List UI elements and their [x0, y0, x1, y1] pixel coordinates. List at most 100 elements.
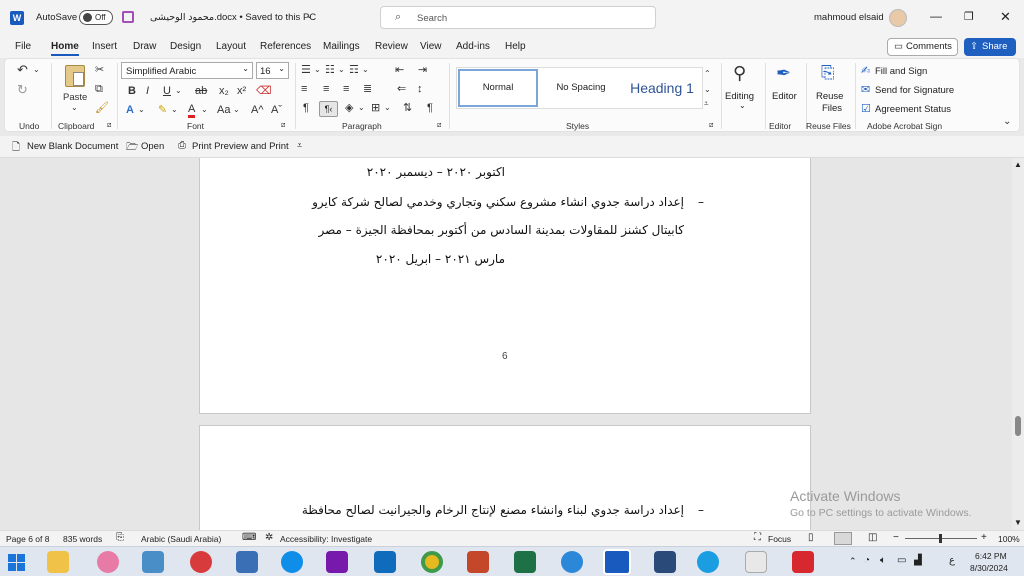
tab-references[interactable]: References [260, 41, 311, 52]
style-no-spacing[interactable]: No Spacing [543, 69, 619, 107]
copy-icon[interactable]: ⧉ [95, 82, 103, 96]
highlight-icon[interactable]: ✎ [158, 103, 167, 117]
text-effects-icon[interactable]: A [126, 103, 134, 117]
print-preview-button[interactable]: Print Preview and Print [192, 141, 289, 152]
shrink-font-button[interactable]: Aˇ [271, 103, 282, 117]
tab-home[interactable]: Home [51, 41, 79, 52]
grow-font-button[interactable]: A^ [251, 103, 264, 117]
document-title[interactable]: محمود الوحيشى.docx • Saved to this PC [150, 12, 316, 23]
new-blank-document-button[interactable]: New Blank Document [27, 141, 118, 152]
avatar[interactable] [889, 9, 907, 27]
save-icon[interactable] [122, 11, 134, 23]
paste-icon[interactable] [65, 65, 85, 87]
increase-indent-icon[interactable]: ⇥ [418, 63, 427, 77]
minimize-icon[interactable]: — [930, 9, 942, 23]
agreement-status-icon[interactable]: ☑ [861, 102, 871, 116]
align-center-icon[interactable]: ≡ [323, 82, 329, 96]
powerpoint-icon[interactable] [467, 551, 489, 573]
agreement-status-label[interactable]: Agreement Status [875, 104, 951, 115]
shading-icon[interactable]: ◈ [345, 101, 353, 115]
show-marks-icon[interactable]: ¶ [427, 101, 433, 115]
page-6[interactable]: اكتوبر ٢٠٢٠ – ديسمبر ٢٠٢٠ – إعداد دراسة … [199, 158, 811, 414]
decrease-indent-icon[interactable]: ⇤ [395, 63, 404, 77]
editing-button[interactable]: ⚲ Editing ⌄ [723, 63, 763, 115]
app-icon-3[interactable] [190, 551, 212, 573]
speaker-icon[interactable]: 🔈︎ [880, 555, 886, 566]
tray-chevron-icon[interactable]: ⌃ [849, 556, 857, 567]
paste-dropdown-icon[interactable]: ⌄ [71, 101, 78, 115]
line-spacing-icon[interactable]: ↕ [417, 82, 423, 96]
style-heading-1[interactable]: Heading 1 [623, 69, 701, 107]
document-area[interactable]: اكتوبر ٢٠٢٠ – ديسمبر ٢٠٢٠ – إعداد دراسة … [0, 158, 1012, 530]
tray-icon[interactable]: ◔ [864, 555, 870, 566]
bullets-dropdown-icon[interactable]: ⌄ [314, 63, 321, 77]
zoom-out-icon[interactable]: − [893, 532, 899, 543]
tab-layout[interactable]: Layout [216, 41, 246, 52]
app-icon-1[interactable] [97, 551, 119, 573]
proofing-icon[interactable]: ⎘ [116, 532, 124, 543]
tab-help[interactable]: Help [505, 41, 526, 52]
app-icon-5[interactable] [561, 551, 583, 573]
chrome-icon[interactable] [421, 551, 443, 573]
numbering-dropdown-icon[interactable]: ⌄ [338, 63, 345, 77]
reuse-files-button[interactable]: ⎘ Reuse Files [809, 63, 851, 117]
style-normal[interactable]: Normal [458, 69, 538, 107]
underline-button[interactable]: U [163, 84, 171, 98]
word-taskbar-icon[interactable] [603, 549, 631, 575]
font-size-select[interactable]: 16 ⌄ [256, 62, 289, 79]
rtl-paragraph-button[interactable]: ¶‹ [319, 101, 338, 117]
tab-file[interactable]: File [15, 41, 31, 52]
subscript-button[interactable]: x₂ [219, 84, 229, 98]
styles-more-icon[interactable]: ⩡ [704, 97, 709, 111]
tab-view[interactable]: View [420, 41, 442, 52]
font-color-dropdown-icon[interactable]: ⌄ [201, 103, 208, 117]
clock-time[interactable]: 6:42 PM [975, 551, 1007, 561]
comments-button[interactable]: ▭ Comments [887, 38, 958, 56]
web-layout-icon[interactable]: ◫ [868, 532, 877, 543]
network-icon[interactable]: ▟ [914, 555, 922, 566]
title-chevron-icon[interactable]: ⌄ [306, 11, 313, 20]
keyboard-language[interactable]: ع [949, 555, 955, 566]
open-folder-icon[interactable]: 🗁 [126, 140, 138, 157]
multilevel-dropdown-icon[interactable]: ⌄ [362, 63, 369, 77]
outlook-icon[interactable] [374, 551, 396, 573]
search-box[interactable]: ⌕ Search [380, 6, 656, 29]
send-signature-label[interactable]: Send for Signature [875, 85, 954, 96]
app-icon-2[interactable] [142, 551, 164, 573]
share-button[interactable]: ⇪ Share [964, 38, 1016, 56]
windows-start-icon[interactable] [8, 554, 26, 572]
language[interactable]: Arabic (Saudi Arabia) [141, 534, 221, 544]
maximize-icon[interactable]: ❐ [964, 10, 974, 23]
tab-insert[interactable]: Insert [92, 41, 117, 52]
undo-icon[interactable]: ↶ [17, 63, 28, 77]
scroll-thumb[interactable] [1015, 416, 1021, 436]
tab-add-ins[interactable]: Add-ins [456, 41, 490, 52]
zoom-in-icon[interactable]: + [981, 532, 987, 543]
excel-icon[interactable] [514, 551, 536, 573]
app-icon-6[interactable] [654, 551, 676, 573]
print-preview-icon[interactable]: ⎙ [178, 140, 186, 151]
numbering-icon[interactable]: ☷ [325, 63, 335, 77]
customize-qat-icon[interactable]: ⩡ [297, 140, 302, 151]
teamviewer-icon[interactable] [281, 551, 303, 573]
acrobat-icon[interactable] [792, 551, 814, 573]
tab-design[interactable]: Design [170, 41, 201, 52]
italic-button[interactable]: I [146, 84, 149, 98]
rtl-direction-icon[interactable]: ⇐ [397, 82, 406, 96]
text-effects-dropdown-icon[interactable]: ⌄ [138, 103, 145, 117]
clear-formatting-icon[interactable]: ⌫ [256, 84, 272, 98]
new-document-icon[interactable]: 🗋 [12, 140, 20, 157]
shading-dropdown-icon[interactable]: ⌄ [358, 101, 365, 115]
styles-launcher-icon[interactable]: ⧄ [709, 119, 713, 133]
superscript-button[interactable]: x² [237, 84, 246, 98]
text-predictions-icon[interactable]: ⌨ [242, 532, 256, 543]
edge-icon[interactable] [697, 551, 719, 573]
autosave-toggle[interactable]: Off [79, 10, 113, 25]
focus-icon[interactable]: ⛶ [754, 532, 761, 543]
cut-icon[interactable]: ✂ [95, 63, 104, 77]
bullets-icon[interactable]: ☰ [301, 63, 311, 77]
zoom-level[interactable]: 100% [998, 534, 1020, 544]
word-logo-icon[interactable]: W [10, 11, 24, 25]
print-layout-icon[interactable] [834, 532, 852, 545]
align-right-icon[interactable]: ≡ [343, 82, 349, 96]
